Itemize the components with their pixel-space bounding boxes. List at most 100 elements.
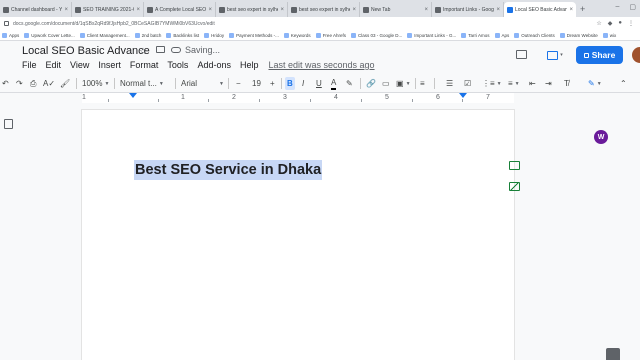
- numbered-list-icon[interactable]: ≡ ▼: [508, 77, 520, 90]
- align-left-icon[interactable]: ≡: [420, 77, 425, 90]
- zoom-select[interactable]: 100% ▼: [82, 77, 109, 90]
- toolbar-divider: [415, 78, 416, 89]
- paint-format-icon[interactable]: 🖌: [60, 77, 70, 90]
- insert-link-icon[interactable]: 🔗: [366, 77, 376, 90]
- underline-button[interactable]: U: [316, 77, 322, 90]
- star-icon[interactable]: ☆: [139, 46, 147, 57]
- menu-help[interactable]: Help: [240, 60, 259, 70]
- menu-view[interactable]: View: [70, 60, 89, 70]
- close-tab-icon[interactable]: ×: [352, 7, 356, 13]
- close-tab-icon[interactable]: ×: [64, 7, 68, 13]
- insert-comment-icon[interactable]: ▭: [382, 77, 390, 90]
- redo-icon[interactable]: ↷: [16, 77, 23, 90]
- last-edit-link[interactable]: Last edit was seconds ago: [268, 60, 374, 70]
- lock-icon[interactable]: [4, 21, 9, 26]
- bookmark-item[interactable]: Hridoy: [204, 32, 224, 38]
- left-indent-marker[interactable]: [129, 93, 137, 98]
- document-heading[interactable]: Best SEO Service in Dhaka: [134, 160, 323, 180]
- decrease-font-size-button[interactable]: −: [236, 77, 241, 90]
- profile-icon[interactable]: ●: [618, 20, 622, 27]
- extension-badge-icon[interactable]: W: [594, 130, 608, 144]
- right-indent-marker[interactable]: [459, 93, 467, 98]
- present-button[interactable]: ▾: [543, 47, 567, 63]
- bookmark-item[interactable]: Outreach Clients: [514, 32, 555, 38]
- menu-tools[interactable]: Tools: [167, 60, 188, 70]
- document-page[interactable]: [82, 110, 514, 360]
- move-folder-icon[interactable]: [156, 46, 165, 53]
- browser-tab[interactable]: Channel dashboard - YouT×: [0, 2, 72, 17]
- browser-tab[interactable]: SEO TRAINING 2021-Corn×: [72, 2, 144, 17]
- browser-tab-active[interactable]: Local SEO Basic Advance ×: [504, 2, 576, 17]
- bookmark-item[interactable]: wix: [602, 32, 616, 38]
- close-tab-icon[interactable]: ×: [496, 7, 500, 13]
- bookmark-item[interactable]: Payment Methods -...: [229, 32, 279, 38]
- avatar[interactable]: [632, 47, 640, 63]
- maximize-icon[interactable]: ▢: [629, 3, 636, 11]
- star-bookmark-icon[interactable]: ☆: [596, 20, 601, 27]
- bulleted-list-icon[interactable]: ⋮≡ ▼: [482, 77, 502, 90]
- bookmark-item[interactable]: Keywords: [283, 32, 311, 38]
- comment-history-icon[interactable]: [516, 50, 527, 59]
- minimize-icon[interactable]: –: [615, 3, 619, 11]
- close-tab-icon[interactable]: ×: [569, 7, 573, 13]
- menu-addons[interactable]: Add-ons: [197, 60, 231, 70]
- browser-tab[interactable]: Important Links - Google ×: [432, 2, 504, 17]
- document-title[interactable]: Local SEO Basic Advance: [22, 45, 150, 57]
- checklist-icon[interactable]: ☑: [464, 77, 471, 90]
- highlight-color-icon[interactable]: ✎: [346, 77, 353, 90]
- bookmark-item[interactable]: Apps: [2, 32, 19, 38]
- print-icon[interactable]: ⎙: [30, 77, 36, 90]
- ruler[interactable]: 1 1 2 3 4 5 6 7: [82, 93, 514, 103]
- browser-tab[interactable]: best seo expert in sylhet ×: [288, 2, 360, 17]
- chevron-down-icon: ▼: [104, 80, 110, 87]
- font-size-input[interactable]: 19: [252, 77, 261, 90]
- add-comment-icon[interactable]: [508, 160, 522, 173]
- bold-button[interactable]: B: [285, 77, 295, 90]
- undo-icon[interactable]: ↶: [2, 77, 9, 90]
- increase-indent-icon[interactable]: ⇥: [545, 77, 552, 90]
- ruler-tick: [108, 99, 109, 102]
- explore-button[interactable]: [606, 348, 620, 360]
- bookmark-item[interactable]: Dream Website: [559, 32, 598, 38]
- spellcheck-icon[interactable]: A✓: [43, 77, 55, 90]
- font-select[interactable]: Arial ▼: [181, 77, 224, 90]
- bookmark-item[interactable]: Client Management...: [79, 32, 130, 38]
- menu-edit[interactable]: Edit: [46, 60, 62, 70]
- browser-tab[interactable]: best seo expert in sylhet ×: [216, 2, 288, 17]
- bookmark-item[interactable]: Backlinks list: [166, 32, 199, 38]
- menu-format[interactable]: Format: [130, 60, 159, 70]
- clear-formatting-icon[interactable]: T̸: [564, 77, 569, 90]
- url-text[interactable]: docs.google.com/document/d/1qSBs2qRd9fJj…: [13, 21, 215, 27]
- bookmark-item[interactable]: Important Links - G...: [407, 32, 456, 38]
- address-bar[interactable]: docs.google.com/document/d/1qSBs2qRd9fJj…: [0, 17, 640, 30]
- paragraph-style-select[interactable]: Normal t... ▼: [120, 77, 164, 90]
- line-spacing-icon[interactable]: ☰: [446, 77, 453, 90]
- new-tab-button[interactable]: +: [576, 2, 589, 17]
- close-tab-icon[interactable]: ×: [424, 7, 428, 13]
- bookmark-item[interactable]: Aps: [494, 32, 509, 38]
- menu-insert[interactable]: Insert: [98, 60, 121, 70]
- bookmark-item[interactable]: Tarri Amos: [461, 32, 490, 38]
- italic-button[interactable]: I: [302, 77, 304, 90]
- bookmark-item[interactable]: Free Ahrefs: [315, 32, 346, 38]
- editing-mode-icon[interactable]: ✎ ▼: [588, 77, 602, 90]
- close-tab-icon[interactable]: ×: [208, 7, 212, 13]
- document-outline-icon[interactable]: [4, 119, 13, 129]
- extensions-icon[interactable]: ◆: [608, 20, 613, 27]
- increase-font-size-button[interactable]: +: [270, 77, 275, 90]
- close-tab-icon[interactable]: ×: [280, 7, 284, 13]
- suggest-edits-icon[interactable]: [508, 181, 522, 194]
- bookmark-item[interactable]: Upwork Cover Lette...: [24, 32, 75, 38]
- collapse-menus-icon[interactable]: ⌃: [620, 77, 627, 90]
- close-tab-icon[interactable]: ×: [136, 7, 140, 13]
- browser-tab[interactable]: New Tab ×: [360, 2, 432, 17]
- bookmark-item[interactable]: Class 03 - Google D...: [350, 32, 402, 38]
- menu-file[interactable]: File: [22, 60, 37, 70]
- menu-kebab-icon[interactable]: ⋮: [628, 20, 634, 27]
- text-color-button[interactable]: A: [331, 77, 337, 90]
- browser-tab[interactable]: A Complete Local SEO Ch×: [144, 2, 216, 17]
- insert-image-icon[interactable]: ▣ ▼: [396, 77, 411, 90]
- share-button[interactable]: Share: [576, 46, 623, 64]
- decrease-indent-icon[interactable]: ⇤: [529, 77, 536, 90]
- bookmark-item[interactable]: 2nd batch: [134, 32, 161, 38]
